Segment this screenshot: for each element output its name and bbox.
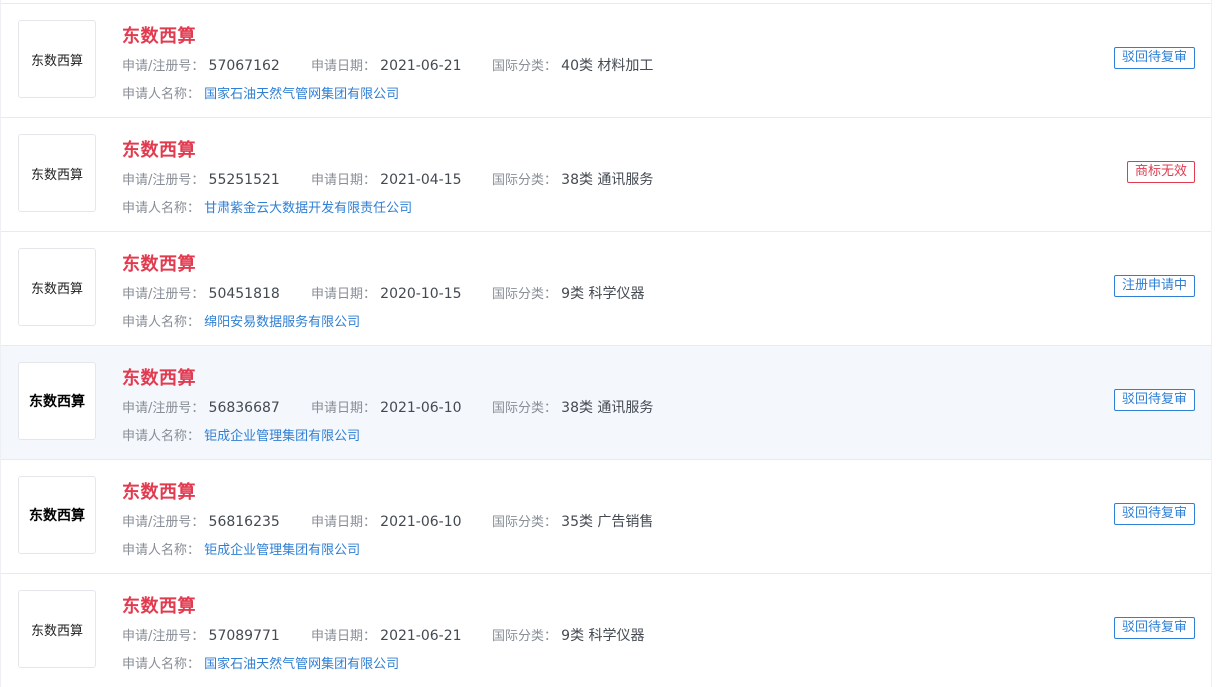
trademark-row[interactable]: 东数西算 东数西算 申请/注册号： 56836687 申请日期： 2021-06… (1, 346, 1211, 460)
status-badge[interactable]: 驳回待复审 (1113, 503, 1195, 525)
applicant-line: 申请人名称： 钜成企业管理集团有限公司 (122, 425, 360, 444)
applicant-label: 申请人名称： (122, 201, 201, 216)
logo-text: 东数西算 (29, 394, 85, 410)
applicant-line: 申请人名称： 国家石油天然气管网集团有限公司 (122, 653, 399, 672)
intl-class-value: 9类 科学仪器 (561, 286, 645, 302)
reg-no-value: 50451818 (208, 286, 280, 302)
reg-no-value: 56836687 (208, 400, 280, 416)
reg-no-label: 申请/注册号： (122, 173, 205, 188)
applicant-label: 申请人名称： (122, 429, 201, 444)
reg-no-value: 57067162 (208, 58, 280, 74)
trademark-name[interactable]: 东数西算 (122, 592, 196, 618)
reg-no-label: 申请/注册号： (122, 59, 205, 74)
logo-text: 东数西算 (30, 167, 83, 183)
status-badge[interactable]: 驳回待复审 (1113, 617, 1195, 639)
applicant-link[interactable]: 国家石油天然气管网集团有限公司 (204, 657, 399, 672)
intl-class-label: 国际分类： (492, 59, 558, 74)
logo-text: 东数西算 (30, 281, 83, 297)
reg-no-label: 申请/注册号： (122, 629, 205, 644)
applicant-link[interactable]: 钜成企业管理集团有限公司 (204, 429, 360, 444)
reg-no-label: 申请/注册号： (122, 287, 205, 302)
applicant-line: 申请人名称： 绵阳安易数据服务有限公司 (122, 311, 360, 330)
intl-class-label: 国际分类： (492, 629, 558, 644)
applicant-link[interactable]: 钜成企业管理集团有限公司 (204, 543, 360, 558)
trademark-row[interactable]: 东数西算 东数西算 申请/注册号： 57067162 申请日期： 2021-06… (1, 4, 1211, 118)
trademark-name[interactable]: 东数西算 (122, 478, 196, 504)
applicant-label: 申请人名称： (122, 657, 201, 672)
trademark-row[interactable]: 东数西算 东数西算 申请/注册号： 50451818 申请日期： 2020-10… (1, 232, 1211, 346)
intl-class-label: 国际分类： (492, 287, 558, 302)
apply-date-value: 2021-06-21 (380, 58, 462, 74)
applicant-label: 申请人名称： (122, 543, 201, 558)
intl-class-value: 35类 广告销售 (561, 514, 654, 530)
apply-date-value: 2021-06-10 (380, 400, 462, 416)
trademark-list: 东数西算 东数西算 申请/注册号： 57067162 申请日期： 2021-06… (0, 0, 1212, 687)
reg-no-label: 申请/注册号： (122, 515, 205, 530)
trademark-name[interactable]: 东数西算 (122, 136, 196, 162)
apply-date-label: 申请日期： (311, 173, 377, 188)
trademark-logo-image[interactable]: 东数西算 (18, 248, 96, 326)
trademark-row[interactable]: 东数西算 东数西算 申请/注册号： 57089771 申请日期： 2021-06… (1, 574, 1211, 687)
logo-text: 东数西算 (30, 623, 83, 639)
apply-date-value: 2021-06-21 (380, 628, 462, 644)
applicant-line: 申请人名称： 甘肃紫金云大数据开发有限责任公司 (122, 197, 412, 216)
trademark-logo-image[interactable]: 东数西算 (18, 20, 96, 98)
logo-text: 东数西算 (30, 53, 83, 69)
trademark-name[interactable]: 东数西算 (122, 364, 196, 390)
trademark-name[interactable]: 东数西算 (122, 22, 196, 48)
trademark-logo-image[interactable]: 东数西算 (18, 476, 96, 554)
apply-date-label: 申请日期： (311, 515, 377, 530)
apply-date-value: 2020-10-15 (380, 286, 462, 302)
trademark-logo-image[interactable]: 东数西算 (18, 134, 96, 212)
applicant-link[interactable]: 绵阳安易数据服务有限公司 (204, 315, 360, 330)
status-badge[interactable]: 商标无效 (1126, 161, 1195, 183)
logo-text: 东数西算 (29, 508, 85, 524)
intl-class-label: 国际分类： (492, 401, 558, 416)
intl-class-value: 9类 科学仪器 (561, 628, 645, 644)
applicant-label: 申请人名称： (122, 87, 201, 102)
applicant-link[interactable]: 国家石油天然气管网集团有限公司 (204, 87, 399, 102)
intl-class-value: 38类 通讯服务 (561, 400, 654, 416)
status-badge[interactable]: 驳回待复审 (1113, 47, 1195, 69)
apply-date-label: 申请日期： (311, 629, 377, 644)
apply-date-label: 申请日期： (311, 59, 377, 74)
applicant-label: 申请人名称： (122, 315, 201, 330)
applicant-line: 申请人名称： 钜成企业管理集团有限公司 (122, 539, 360, 558)
applicant-link[interactable]: 甘肃紫金云大数据开发有限责任公司 (204, 201, 412, 216)
reg-no-value: 57089771 (208, 628, 280, 644)
reg-no-value: 56816235 (208, 514, 280, 530)
apply-date-label: 申请日期： (311, 401, 377, 416)
trademark-name[interactable]: 东数西算 (122, 250, 196, 276)
status-badge[interactable]: 驳回待复审 (1113, 389, 1195, 411)
trademark-logo-image[interactable]: 东数西算 (18, 362, 96, 440)
reg-no-label: 申请/注册号： (122, 401, 205, 416)
apply-date-value: 2021-04-15 (380, 172, 462, 188)
applicant-line: 申请人名称： 国家石油天然气管网集团有限公司 (122, 83, 399, 102)
intl-class-value: 40类 材料加工 (561, 58, 654, 74)
status-badge[interactable]: 注册申请中 (1113, 275, 1195, 297)
trademark-row[interactable]: 东数西算 东数西算 申请/注册号： 55251521 申请日期： 2021-04… (1, 118, 1211, 232)
intl-class-label: 国际分类： (492, 173, 558, 188)
apply-date-label: 申请日期： (311, 287, 377, 302)
apply-date-value: 2021-06-10 (380, 514, 462, 530)
trademark-row[interactable]: 东数西算 东数西算 申请/注册号： 56816235 申请日期： 2021-06… (1, 460, 1211, 574)
trademark-logo-image[interactable]: 东数西算 (18, 590, 96, 668)
reg-no-value: 55251521 (208, 172, 280, 188)
intl-class-label: 国际分类： (492, 515, 558, 530)
intl-class-value: 38类 通讯服务 (561, 172, 654, 188)
